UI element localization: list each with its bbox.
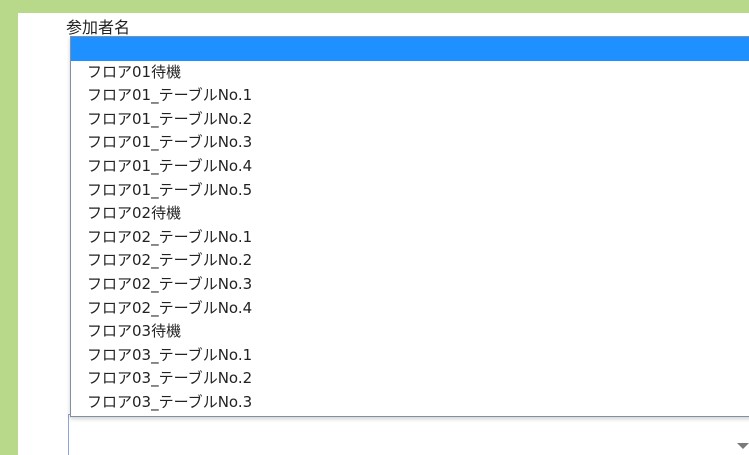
dropdown-option[interactable]: フロア02_テーブルNo.1 [71,226,749,250]
dropdown-option[interactable] [71,37,749,61]
dropdown-option[interactable]: フロア01_テーブルNo.5 [71,179,749,203]
participant-select[interactable] [68,414,749,455]
dropdown-option[interactable]: フロア01_テーブルNo.2 [71,108,749,132]
dropdown-option[interactable]: フロア03_テーブルNo.2 [71,367,749,391]
dropdown-option[interactable]: フロア03_テーブルNo.3 [71,391,749,415]
dropdown-option[interactable]: フロア03待機 [71,320,749,344]
dropdown-option[interactable]: フロア03_テーブルNo.1 [71,344,749,368]
dropdown-option[interactable]: フロア01待機 [71,61,749,85]
dropdown-option[interactable]: フロア02_テーブルNo.3 [71,273,749,297]
participant-name-label: 参加者名 [66,18,131,37]
dropdown-option[interactable]: フロア02_テーブルNo.4 [71,297,749,321]
dropdown-option[interactable]: フロア01_テーブルNo.4 [71,155,749,179]
form-panel: 参加者名 フロア01待機 フロア01_テーブルNo.1 フロア01_テーブルNo… [18,13,749,455]
caret-down-icon[interactable] [737,443,749,449]
dropdown-option[interactable]: フロア02_テーブルNo.2 [71,249,749,273]
participant-dropdown-list: フロア01待機 フロア01_テーブルNo.1 フロア01_テーブルNo.2 フロ… [70,36,749,417]
dropdown-option[interactable]: フロア01_テーブルNo.3 [71,131,749,155]
dropdown-option[interactable]: フロア01_テーブルNo.1 [71,84,749,108]
dropdown-option[interactable]: フロア02待機 [71,202,749,226]
